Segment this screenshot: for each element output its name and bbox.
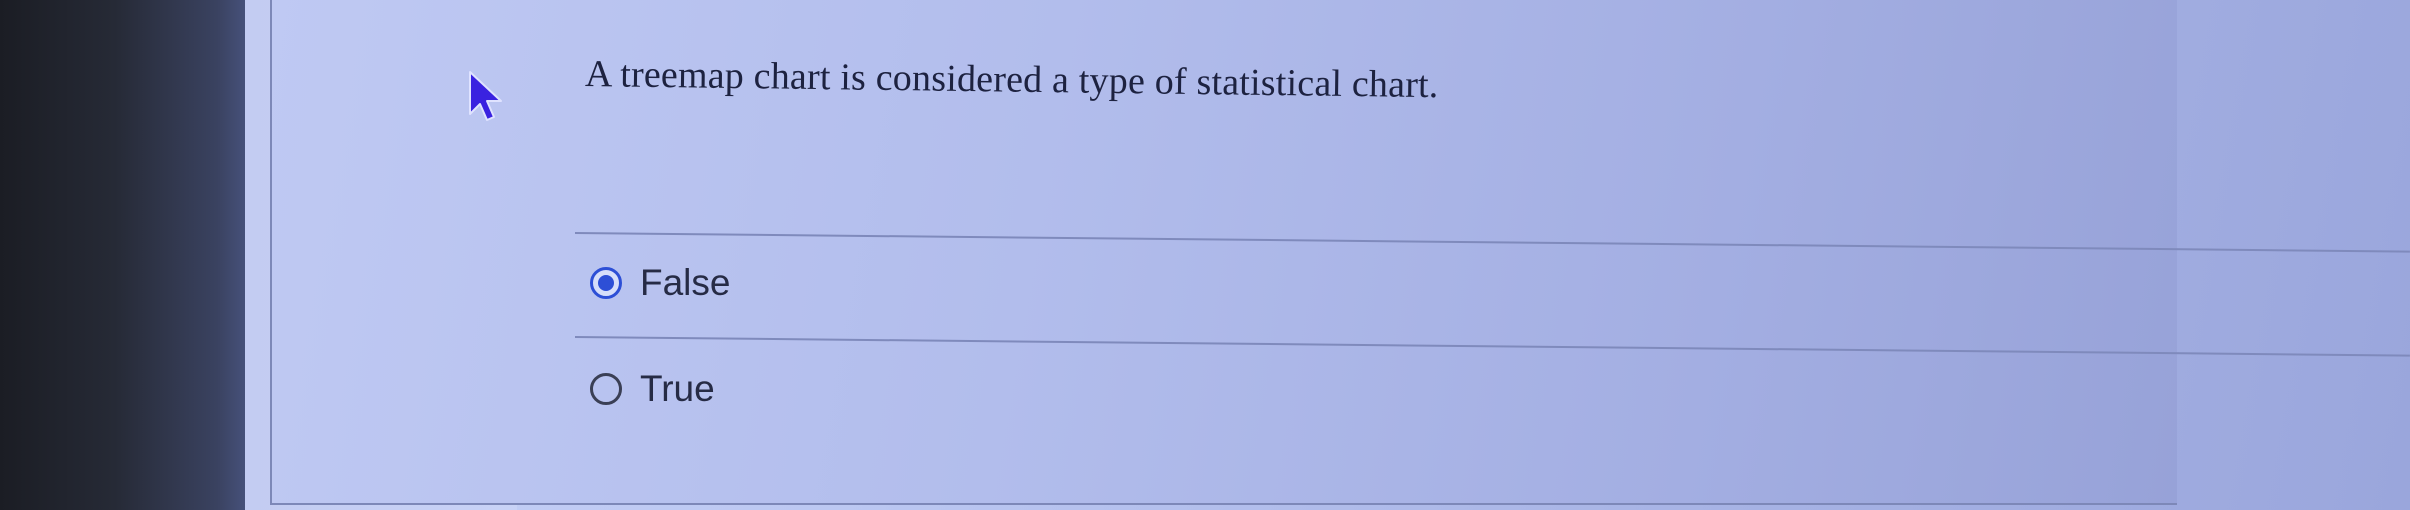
answer-option-false[interactable]: False [590,262,730,304]
mouse-cursor-icon [469,71,502,121]
answer-label: True [640,368,715,409]
radio-button-selected[interactable] [590,267,622,299]
answer-label: False [640,262,731,303]
answer-option-true[interactable]: True [590,368,715,410]
radio-button-unselected[interactable] [590,373,622,405]
monitor-bezel [0,0,255,510]
